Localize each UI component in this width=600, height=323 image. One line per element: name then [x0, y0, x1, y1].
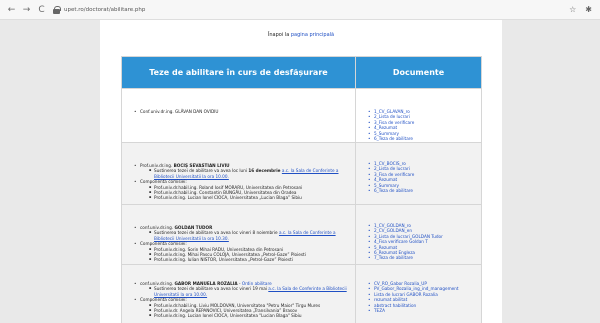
habilitation-table: Teze de abilitare în curs de desfășurare… [121, 56, 482, 323]
back-arrow-icon[interactable]: ← [5, 3, 18, 17]
header-documents: Documente [355, 56, 482, 89]
doc-link[interactable]: 7_Teza de abilitare [368, 255, 475, 261]
table-header-row: Teze de abilitare în curs de desfășurare… [121, 56, 482, 89]
commission-label: Componenta comisiei: Prof.univ.dr.ing. S… [134, 241, 347, 263]
commission-member: Prof.univ.dr.ing. Lucian Ionel CIOCA, Un… [149, 313, 347, 319]
doc-link[interactable]: 6_Teza de abilitare [368, 188, 475, 194]
candidate-name: Conf.univ.dr.ing. GLĂVAN DAN OVIDIU [134, 109, 347, 115]
reload-icon[interactable]: C [35, 3, 48, 17]
browser-toolbar: ← → C upet.ro/doctorat/abilitare.php ☆ ✱ [0, 0, 600, 20]
candidate-name: conf.univ.dr.ing. GOLDAN TUDOR Sustinere… [134, 225, 347, 241]
table-row: conf.univ.dr.ing. GOLDAN TUDOR Sustinere… [121, 204, 482, 265]
home-link[interactable]: pagina principală [291, 32, 334, 38]
defense-info: Sustinerea tezei de abilitare va avea lo… [149, 286, 347, 297]
commission-member: Prof.univ.dr.ing. Lucian Ionel CIOCA, Un… [149, 195, 347, 201]
candidate-name: conf.univ.dr.ing. GABOR MANUELA ROZALIA … [134, 281, 347, 297]
back-prefix: Înapoi la [267, 32, 290, 38]
url-text[interactable]: upet.ro/doctorat/abilitare.php [64, 7, 145, 13]
lock-icon [53, 5, 61, 14]
back-to-home: Înapoi la pagina principală [100, 32, 502, 38]
header-theses: Teze de abilitare în curs de desfășurare [121, 56, 356, 89]
doc-link[interactable]: 6_Teza de abilitare [368, 136, 475, 142]
commission-label: Componenta comisiei: Prof.univ.dr.habil.… [134, 179, 347, 201]
defense-info: Sustinerea tezei de abilitare va avea lo… [149, 230, 347, 241]
defense-info: Sustinerea tezei de abilitare va avea lo… [149, 168, 347, 179]
doc-link[interactable]: TEZA [368, 308, 475, 314]
table-row: Conf.univ.dr.ing. GLĂVAN DAN OVIDIU 1_CV… [121, 88, 482, 143]
commission-label: Componenta comisiei: Prof.univ.dr.habil.… [134, 297, 347, 319]
candidate-name: Prof.univ.dr.ing. BOCIȘ SEVASTIAN LIVIU … [134, 163, 347, 179]
address-bar[interactable]: upet.ro/doctorat/abilitare.php [53, 3, 145, 17]
table-row: Prof.univ.dr.ing. BOCIȘ SEVASTIAN LIVIU … [121, 142, 482, 205]
star-icon[interactable]: ☆ [569, 3, 576, 17]
page-content: Înapoi la pagina principală Teze de abil… [100, 20, 502, 323]
order-link[interactable]: Ordin abilitare [242, 281, 272, 286]
commission-member: Prof.univ.dr.ing. Iulian NISTOR, Univers… [149, 257, 347, 263]
forward-arrow-icon[interactable]: → [20, 3, 33, 17]
extension-icon[interactable]: ✱ [585, 3, 592, 17]
table-row: conf.univ.dr.ing. GABOR MANUELA ROZALIA … [121, 264, 482, 323]
